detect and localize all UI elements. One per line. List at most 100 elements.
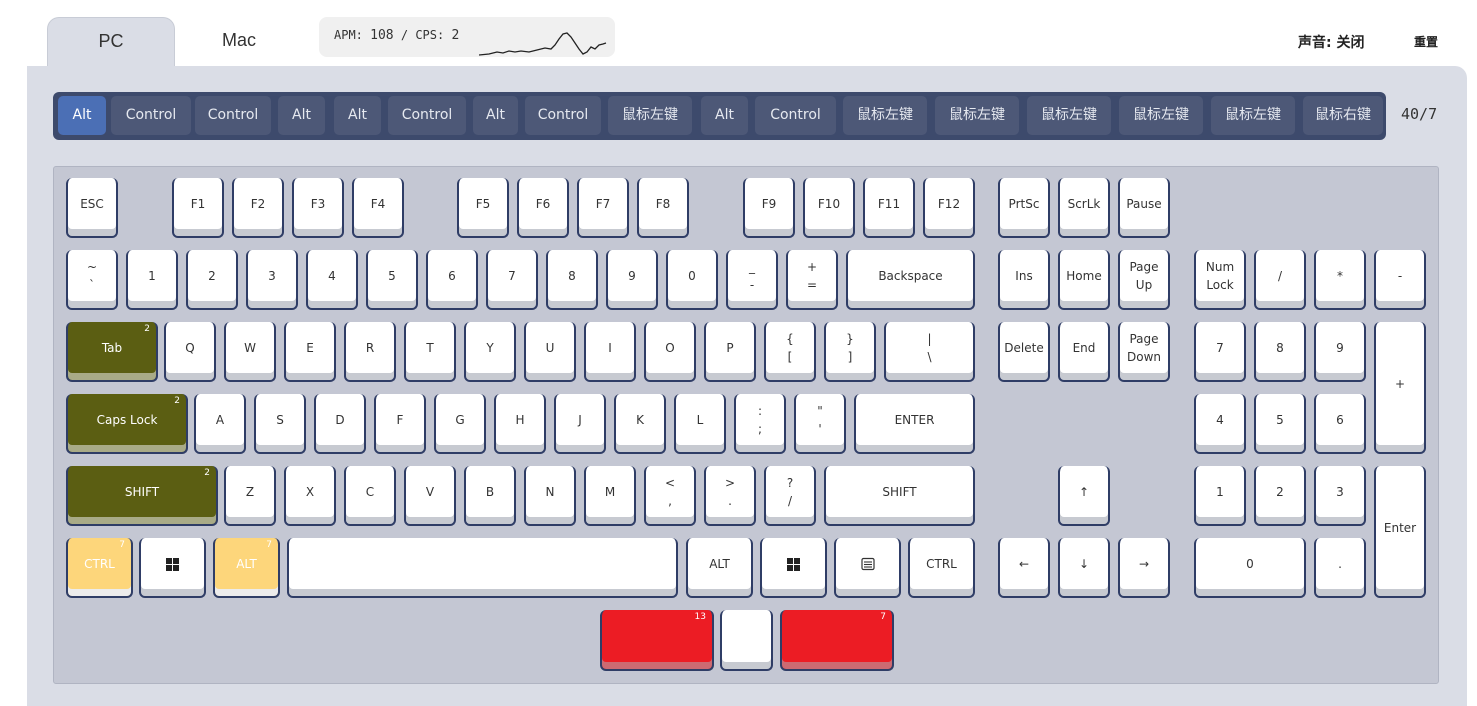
key-l[interactable]: L [674,394,726,454]
key-num-star[interactable]: * [1314,250,1366,310]
key-f8[interactable]: F8 [637,178,689,238]
key-left[interactable]: ← [998,538,1050,598]
key-lalt[interactable]: ALT 7 [213,538,280,598]
key-7[interactable]: 7 [486,250,538,310]
key-num-7[interactable]: 7 [1194,322,1246,382]
key-d[interactable]: D [314,394,366,454]
key-space[interactable] [287,538,678,598]
key-menu[interactable] [834,538,901,598]
key-num-enter[interactable]: Enter [1374,466,1426,598]
key-backspace[interactable]: Backspace [846,250,975,310]
key-q[interactable]: Q [164,322,216,382]
key-backslash[interactable]: | \ [884,322,975,382]
key-rbracket[interactable]: } ] [824,322,876,382]
key-num-slash[interactable]: / [1254,250,1306,310]
key-num-plus[interactable]: + [1374,322,1426,454]
key-num-0[interactable]: 0 [1194,538,1306,598]
key-num-5[interactable]: 5 [1254,394,1306,454]
key-f2[interactable]: F2 [232,178,284,238]
key-0[interactable]: 0 [666,250,718,310]
key-prtsc[interactable]: PrtSc [998,178,1050,238]
key-quote[interactable]: " ' [794,394,846,454]
key-comma[interactable]: < , [644,466,696,526]
sound-toggle[interactable]: 关闭 [1336,35,1364,51]
key-num-1[interactable]: 1 [1194,466,1246,526]
key-1[interactable]: 1 [126,250,178,310]
key-f9[interactable]: F9 [743,178,795,238]
key-tab[interactable]: Tab 2 [66,322,158,382]
key-f6[interactable]: F6 [517,178,569,238]
key-delete[interactable]: Delete [998,322,1050,382]
key-o[interactable]: O [644,322,696,382]
key-pagedown[interactable]: Page Down [1118,322,1170,382]
key-num-2[interactable]: 2 [1254,466,1306,526]
key-num-dot[interactable]: . [1314,538,1366,598]
key-home[interactable]: Home [1058,250,1110,310]
key-num-9[interactable]: 9 [1314,322,1366,382]
key-k[interactable]: K [614,394,666,454]
key-m[interactable]: M [584,466,636,526]
key-e[interactable]: E [284,322,336,382]
key-f11[interactable]: F11 [863,178,915,238]
key-f4[interactable]: F4 [352,178,404,238]
reset-button[interactable]: 重置 [1414,33,1438,50]
key-j[interactable]: J [554,394,606,454]
key-b[interactable]: B [464,466,516,526]
key-down[interactable]: ↓ [1058,538,1110,598]
key-num-4[interactable]: 4 [1194,394,1246,454]
key-rshift[interactable]: SHIFT [824,466,975,526]
key-p[interactable]: P [704,322,756,382]
key-z[interactable]: Z [224,466,276,526]
key-capslock[interactable]: Caps Lock 2 [66,394,188,454]
key-num-8[interactable]: 8 [1254,322,1306,382]
key-f10[interactable]: F10 [803,178,855,238]
key-pause[interactable]: Pause [1118,178,1170,238]
key-lshift[interactable]: SHIFT 2 [66,466,218,526]
key-lwin[interactable] [139,538,206,598]
mouse-wheel[interactable] [720,610,773,671]
key-h[interactable]: H [494,394,546,454]
key-rwin[interactable] [760,538,827,598]
key-semicolon[interactable]: : ; [734,394,786,454]
mouse-left-button[interactable]: 13 [600,610,714,671]
key-w[interactable]: W [224,322,276,382]
key-ins[interactable]: Ins [998,250,1050,310]
key-rctrl[interactable]: CTRL [908,538,975,598]
key-t[interactable]: T [404,322,456,382]
key-period[interactable]: > . [704,466,756,526]
key-num-3[interactable]: 3 [1314,466,1366,526]
key-ralt[interactable]: ALT [686,538,753,598]
key-lctrl[interactable]: CTRL 7 [66,538,133,598]
key-4[interactable]: 4 [306,250,358,310]
key-f3[interactable]: F3 [292,178,344,238]
tab-pc[interactable]: PC [47,17,175,66]
key-f5[interactable]: F5 [457,178,509,238]
key-y[interactable]: Y [464,322,516,382]
key-scrlk[interactable]: ScrLk [1058,178,1110,238]
key-f12[interactable]: F12 [923,178,975,238]
key-up[interactable]: ↑ [1058,466,1110,526]
key-6[interactable]: 6 [426,250,478,310]
key-9[interactable]: 9 [606,250,658,310]
key-right[interactable]: → [1118,538,1170,598]
key-numlock[interactable]: Num Lock [1194,250,1246,310]
key-s[interactable]: S [254,394,306,454]
key-3[interactable]: 3 [246,250,298,310]
key-x[interactable]: X [284,466,336,526]
key-pageup[interactable]: Page Up [1118,250,1170,310]
key-minus[interactable]: _ - [726,250,778,310]
key-num-minus[interactable]: - [1374,250,1426,310]
key-g[interactable]: G [434,394,486,454]
key-2[interactable]: 2 [186,250,238,310]
key-f7[interactable]: F7 [577,178,629,238]
key-end[interactable]: End [1058,322,1110,382]
key-8[interactable]: 8 [546,250,598,310]
key-v[interactable]: V [404,466,456,526]
key-c[interactable]: C [344,466,396,526]
tab-mac[interactable]: Mac [175,17,303,66]
key-u[interactable]: U [524,322,576,382]
key-tilde[interactable]: ~ ` [66,250,118,310]
key-f[interactable]: F [374,394,426,454]
key-num-6[interactable]: 6 [1314,394,1366,454]
key-equal[interactable]: + = [786,250,838,310]
